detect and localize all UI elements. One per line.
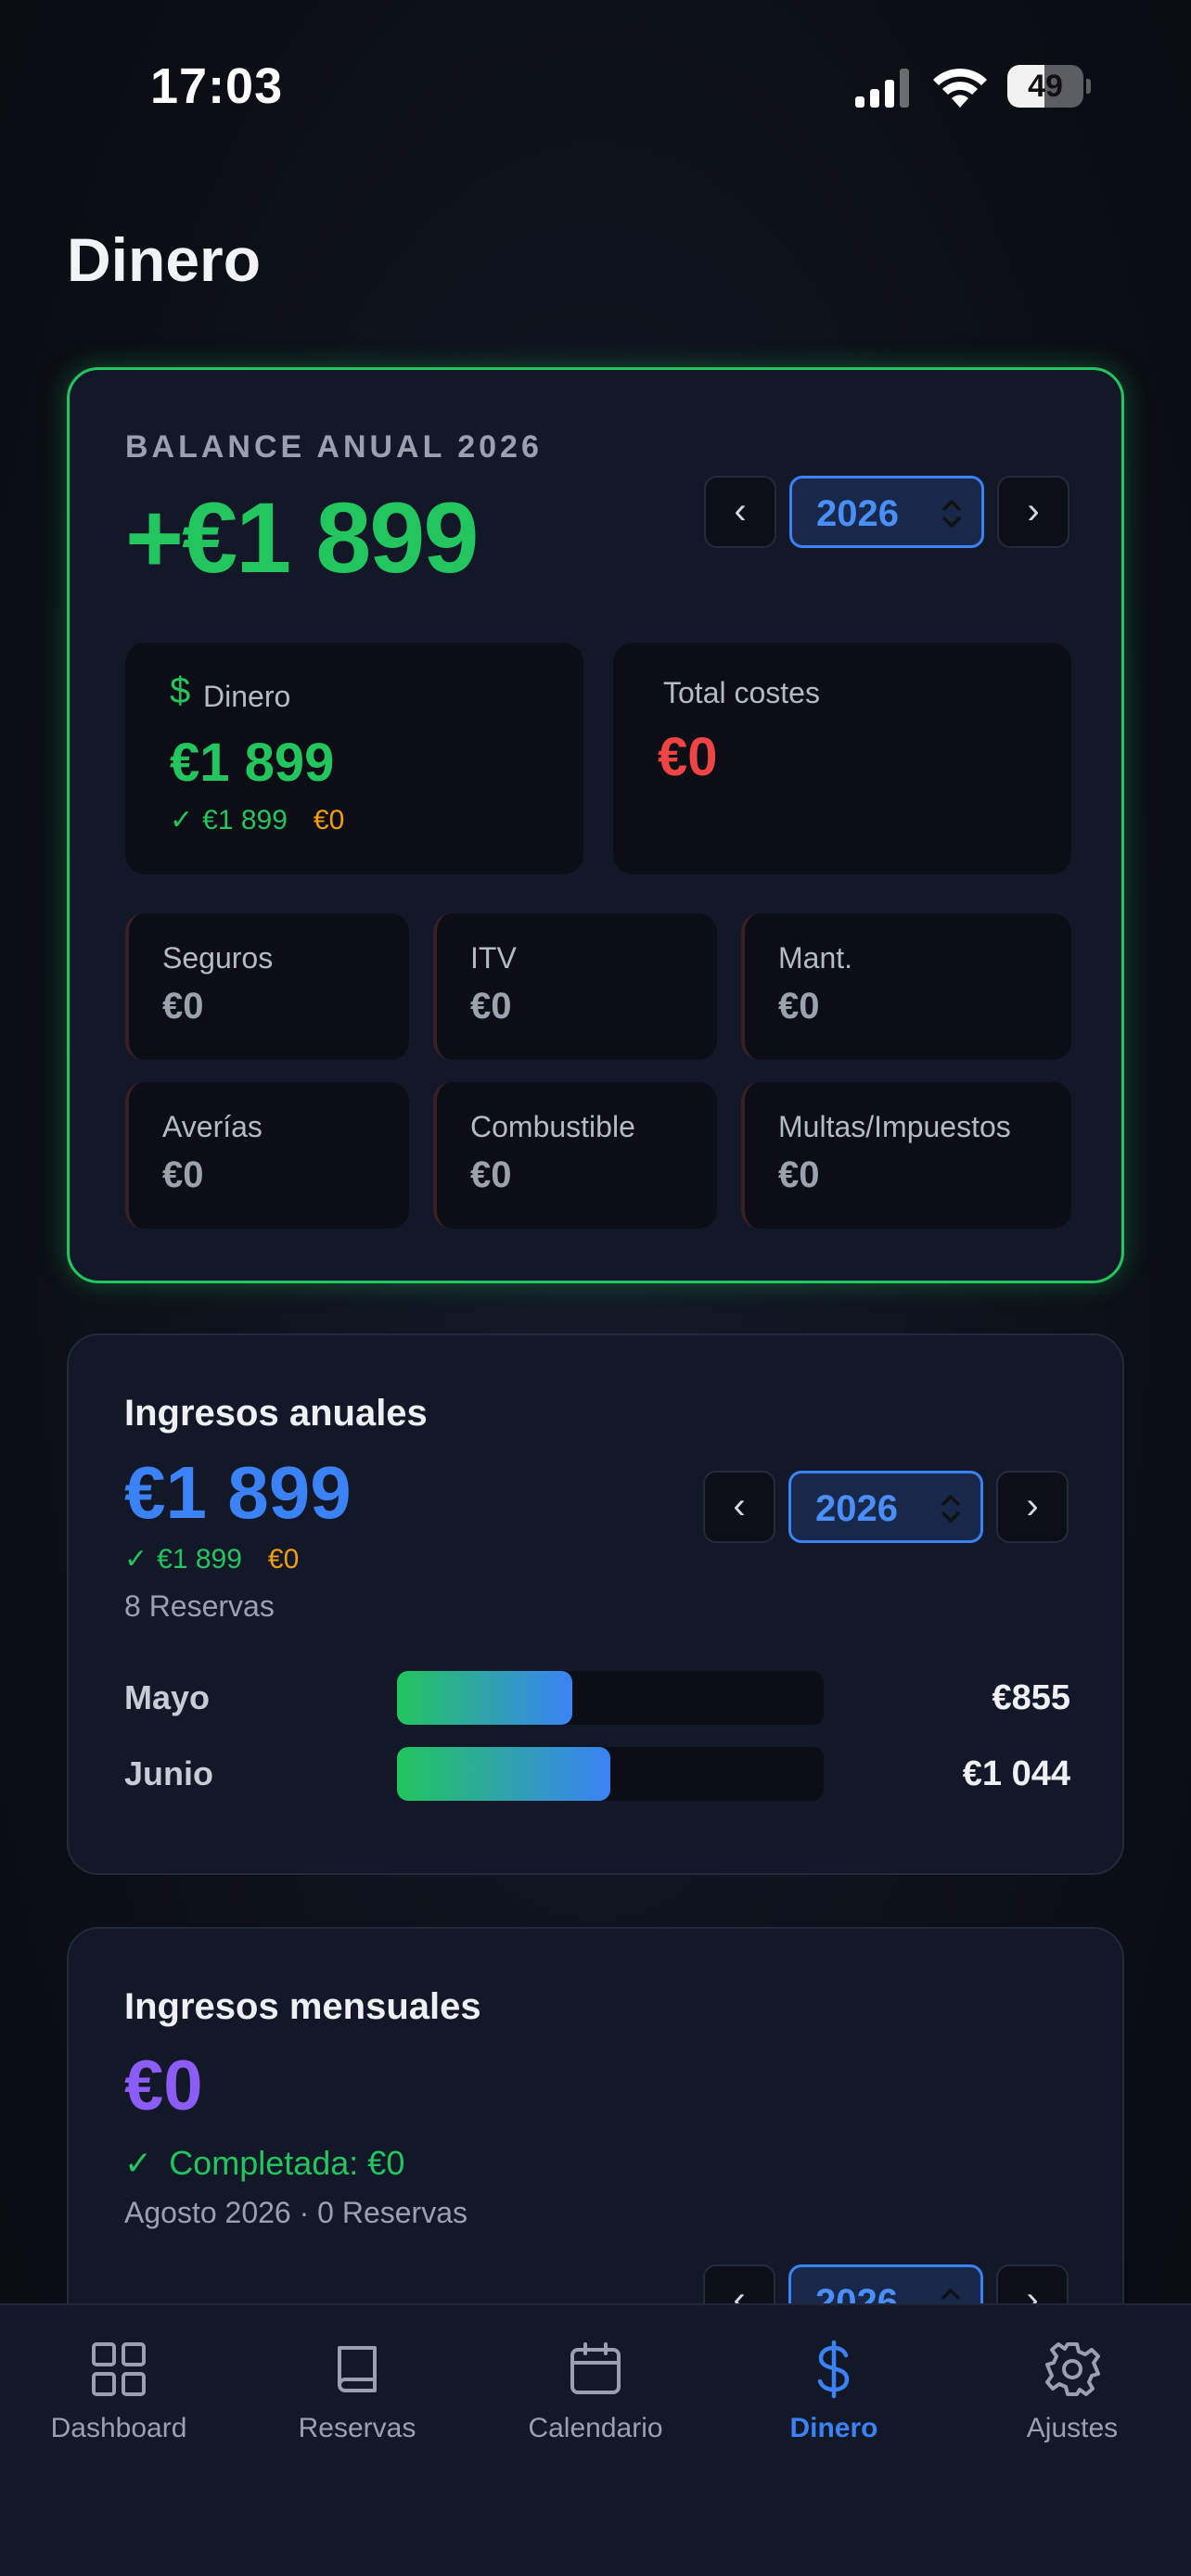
cost-category-tile[interactable]: Averías €0 xyxy=(125,1082,409,1229)
month-bar-track xyxy=(397,1747,824,1801)
tab-label: Dashboard xyxy=(50,2413,187,2443)
costs-summary: Total costes €0 xyxy=(613,643,1071,874)
balance-overline: BALANCE ANUAL 2026 xyxy=(125,429,543,465)
cost-category-label: Multas/Impuestos xyxy=(778,1110,1011,1143)
month-bar-fill xyxy=(397,1747,610,1801)
cost-category-value: €0 xyxy=(470,1154,512,1195)
cost-category-value: €0 xyxy=(162,1154,204,1195)
monthly-status-text: Completada: €0 xyxy=(169,2144,405,2182)
cost-category-tile[interactable]: Seguros €0 xyxy=(125,913,409,1060)
check-icon: ✓ xyxy=(124,1544,148,1575)
balance-total: +€1 899 xyxy=(125,481,479,593)
check-icon: ✓ xyxy=(124,2144,153,2182)
tab-dinero[interactable]: Dinero xyxy=(715,2339,953,2450)
book-icon xyxy=(338,2346,377,2392)
tab-ajustes[interactable]: Ajustes xyxy=(954,2339,1191,2450)
prev-year-button[interactable]: ‹ xyxy=(704,476,776,548)
cost-category-label: ITV xyxy=(470,941,517,975)
cost-category-tile[interactable]: Combustible €0 xyxy=(433,1082,717,1229)
tab-bar: Dashboard Reservas Calendario Dinero Aju… xyxy=(0,2303,1191,2576)
cost-category-tile[interactable]: Mant. €0 xyxy=(741,913,1071,1060)
month-value: €1 044 xyxy=(962,1754,1070,1793)
money-value: €1 899 xyxy=(170,733,335,793)
tab-dashboard[interactable]: Dashboard xyxy=(0,2339,237,2450)
tab-label: Dinero xyxy=(789,2413,878,2443)
annual-balance-card: BALANCE ANUAL 2026 +€1 899 ‹ 2026 › $ Di… xyxy=(67,367,1124,1283)
tab-label: Calendario xyxy=(528,2413,663,2443)
next-year-button[interactable]: › xyxy=(996,1471,1069,1543)
cost-category-value: €0 xyxy=(162,986,204,1027)
cost-category-value: €0 xyxy=(778,1154,820,1195)
year-select[interactable]: 2026 xyxy=(789,476,984,548)
cost-category-label: Mant. xyxy=(778,941,853,975)
dollar-icon xyxy=(817,2340,850,2399)
balance-year-selector: ‹ 2026 › xyxy=(704,476,1069,548)
tab-label: Ajustes xyxy=(1026,2413,1119,2443)
dollar-icon: $ xyxy=(170,670,191,711)
tab-calendario[interactable]: Calendario xyxy=(477,2339,714,2450)
month-label: Mayo xyxy=(124,1678,211,1716)
cost-category-label: Combustible xyxy=(470,1110,635,1143)
month-label: Junio xyxy=(124,1754,213,1792)
money-done-amount: €1 899 xyxy=(202,805,288,835)
annual-bookings-count: 8 Reservas xyxy=(124,1589,275,1623)
month-income-row: Junio €1 044 xyxy=(124,1745,1070,1801)
chevron-up-down-icon xyxy=(941,1495,960,1523)
money-pending-amount: €0 xyxy=(313,805,345,835)
month-income-row: Mayo €855 xyxy=(124,1669,1070,1725)
monthly-income-total: €0 xyxy=(124,2047,203,2125)
cellular-signal-icon xyxy=(855,69,909,108)
month-value: €855 xyxy=(992,1678,1070,1717)
grid-icon xyxy=(92,2342,146,2396)
monthly-period: Agosto 2026 · 0 Reservas xyxy=(124,2196,467,2229)
costs-label: Total costes xyxy=(663,676,820,709)
gear-icon xyxy=(1045,2342,1100,2396)
month-bar-fill xyxy=(397,1671,572,1725)
month-bar-track xyxy=(397,1671,824,1725)
monthly-income-title: Ingresos mensuales xyxy=(124,1986,481,2027)
wifi-icon xyxy=(933,68,987,108)
annual-income-card: Ingresos anuales €1 899 ✓ €1 899 €0 8 Rese… xyxy=(67,1333,1124,1875)
money-summary: $ Dinero €1 899 ✓ €1 899 €0 xyxy=(125,643,583,874)
annual-income-title: Ingresos anuales xyxy=(124,1393,428,1434)
year-select-value: 2026 xyxy=(816,493,899,534)
year-select[interactable]: 2026 xyxy=(788,1471,983,1543)
cost-category-label: Averías xyxy=(162,1110,263,1143)
chevron-up-down-icon xyxy=(942,500,961,528)
page-title: Dinero xyxy=(67,225,262,294)
check-icon: ✓ xyxy=(170,805,194,835)
annual-done-amount: €1 899 xyxy=(157,1544,242,1575)
monthly-completed-status: ✓ Completada: €0 xyxy=(124,2144,404,2183)
costs-value: €0 xyxy=(658,727,718,787)
annual-income-breakdown: ✓ €1 899 €0 xyxy=(124,1543,299,1575)
cost-category-value: €0 xyxy=(778,986,820,1027)
money-breakdown: ✓ €1 899 €0 xyxy=(170,804,344,836)
tab-label: Reservas xyxy=(298,2413,416,2443)
annual-income-total: €1 899 xyxy=(124,1451,352,1534)
annual-pending-amount: €0 xyxy=(267,1544,300,1575)
cost-category-label: Seguros xyxy=(162,941,274,975)
annual-year-selector: ‹ 2026 › xyxy=(703,1471,1069,1543)
battery-indicator: 49 xyxy=(1007,65,1091,108)
tab-reservas[interactable]: Reservas xyxy=(238,2339,476,2450)
money-label: Dinero xyxy=(203,680,291,713)
calendar-icon xyxy=(570,2342,621,2394)
prev-year-button[interactable]: ‹ xyxy=(703,1471,775,1543)
cost-category-value: €0 xyxy=(470,986,512,1027)
status-bar: 17:03 49 xyxy=(0,0,1191,167)
year-select-value: 2026 xyxy=(815,1488,898,1529)
next-year-button[interactable]: › xyxy=(997,476,1069,548)
cost-category-tile[interactable]: ITV €0 xyxy=(433,913,717,1060)
cost-category-tile[interactable]: Multas/Impuestos €0 xyxy=(741,1082,1071,1229)
status-time: 17:03 xyxy=(150,58,284,114)
battery-level: 49 xyxy=(1028,69,1063,104)
